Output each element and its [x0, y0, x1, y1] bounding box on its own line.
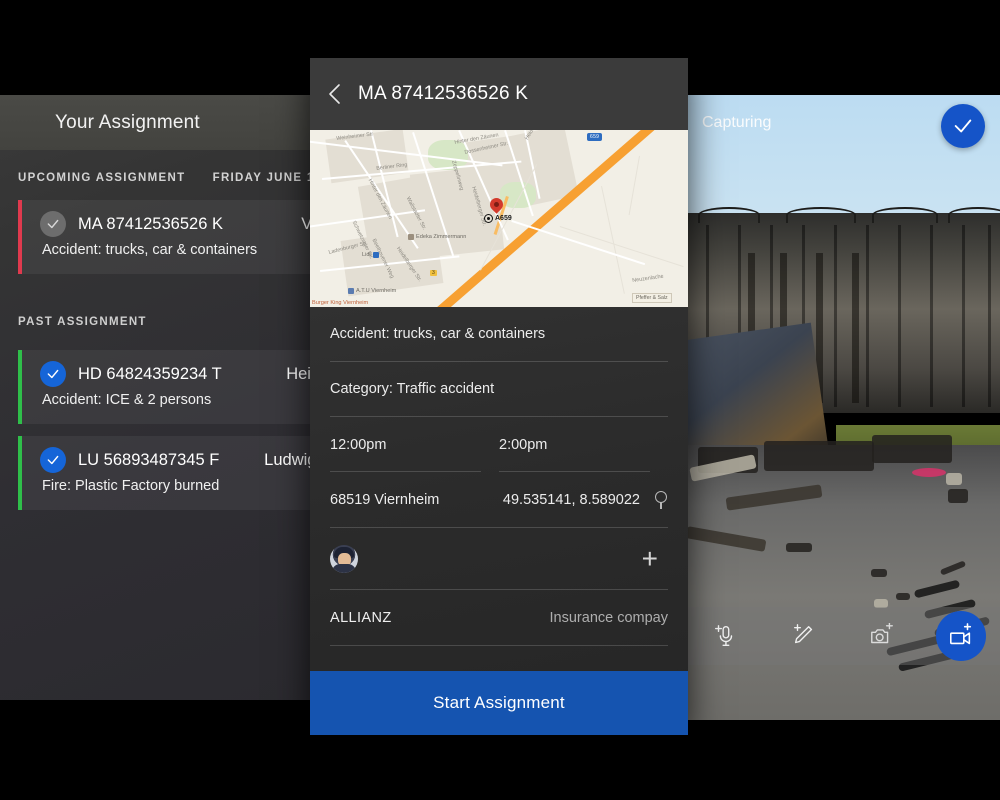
- map-exit-label: A659: [484, 214, 512, 223]
- end-time-cell[interactable]: 2:00pm: [499, 417, 668, 472]
- photo-ground: [686, 435, 1000, 720]
- map-poi: Edeka Zimmermann: [408, 234, 466, 240]
- app-screenshot: Your Assignment UPCOMING ASSIGNMENT FRID…: [0, 0, 1000, 800]
- page-title: Your Assignment: [55, 111, 200, 133]
- end-time: 2:00pm: [499, 436, 548, 453]
- row-insurance: ALLIANZ Insurance compay: [330, 590, 668, 646]
- start-time: 12:00pm: [330, 436, 387, 453]
- assignment-detail-panel: MA 87412536526 K Weinheimer Str Hinter d…: [310, 58, 688, 735]
- status-badge: Capturing: [702, 114, 772, 131]
- check-icon[interactable]: [40, 211, 66, 237]
- video-plus-icon: [949, 623, 972, 645]
- add-video-button[interactable]: [936, 611, 986, 661]
- avatar[interactable]: [330, 544, 358, 573]
- zip-city: 68519 Viernheim: [330, 491, 440, 508]
- insurance-label: Insurance compay: [549, 609, 668, 626]
- past-label: PAST ASSIGNMENT: [18, 316, 147, 328]
- start-assignment-button[interactable]: Start Assignment: [310, 671, 688, 735]
- status-accent-bar: [18, 200, 22, 274]
- incident-map[interactable]: Weinheimer Str Hinter den Zäunen Dossenh…: [310, 130, 688, 307]
- camera-plus-icon: [871, 623, 894, 644]
- upcoming-label: UPCOMING ASSIGNMENT: [18, 172, 186, 184]
- map-poi: Burger King Viernheim: [312, 300, 369, 306]
- plus-icon[interactable]: +: [642, 544, 668, 573]
- location-pin-icon[interactable]: [654, 490, 668, 509]
- check-icon[interactable]: [40, 361, 66, 387]
- assignment-id: MA 87412536526 K: [78, 214, 223, 233]
- map-poi: Pfeffer & Salz: [632, 293, 672, 303]
- status-accent-bar: [18, 350, 22, 424]
- insurance-name: ALLIANZ: [330, 609, 392, 626]
- row-times: 12:00pm 2:00pm: [330, 417, 668, 472]
- row-location[interactable]: 68519 Viernheim 49.535141, 8.589022: [330, 472, 668, 528]
- row-description: Accident: trucks, car & containers: [330, 307, 668, 362]
- confirm-capture-button[interactable]: [941, 104, 985, 148]
- chevron-left-icon: [329, 84, 340, 104]
- add-audio-button[interactable]: [686, 623, 765, 649]
- photo-paint-mark: [912, 468, 946, 477]
- map-road-number: 3: [430, 270, 437, 276]
- incident-category: Category: Traffic accident: [330, 381, 495, 397]
- microphone-plus-icon: [715, 625, 733, 646]
- back-button[interactable]: [328, 83, 342, 105]
- coordinates: 49.535141, 8.589022: [502, 491, 640, 508]
- detail-header: MA 87412536526 K: [310, 58, 688, 130]
- map-poi: A.T.U Viernheim: [348, 288, 396, 294]
- assignment-id: LU 56893487345 F: [78, 450, 220, 469]
- capture-panel: Capturing: [686, 95, 1000, 720]
- map-poi: Lidl: [362, 252, 379, 258]
- pencil-plus-icon: [793, 624, 812, 644]
- map-highway-shield: 659: [587, 133, 603, 141]
- start-time-cell[interactable]: 12:00pm: [330, 417, 499, 472]
- detail-title: MA 87412536526 K: [358, 83, 529, 104]
- row-category: Category: Traffic accident: [330, 362, 668, 417]
- row-assignees: +: [330, 528, 668, 590]
- incident-description: Accident: trucks, car & containers: [330, 326, 546, 342]
- assignment-id: HD 64824359234 T: [78, 364, 222, 383]
- add-photo-button[interactable]: [843, 623, 922, 649]
- check-icon[interactable]: [40, 447, 66, 473]
- status-accent-bar: [18, 436, 22, 510]
- detail-rows: Accident: trucks, car & containers Categ…: [310, 307, 688, 705]
- check-icon: [954, 119, 972, 133]
- add-annotation-button[interactable]: [765, 623, 844, 649]
